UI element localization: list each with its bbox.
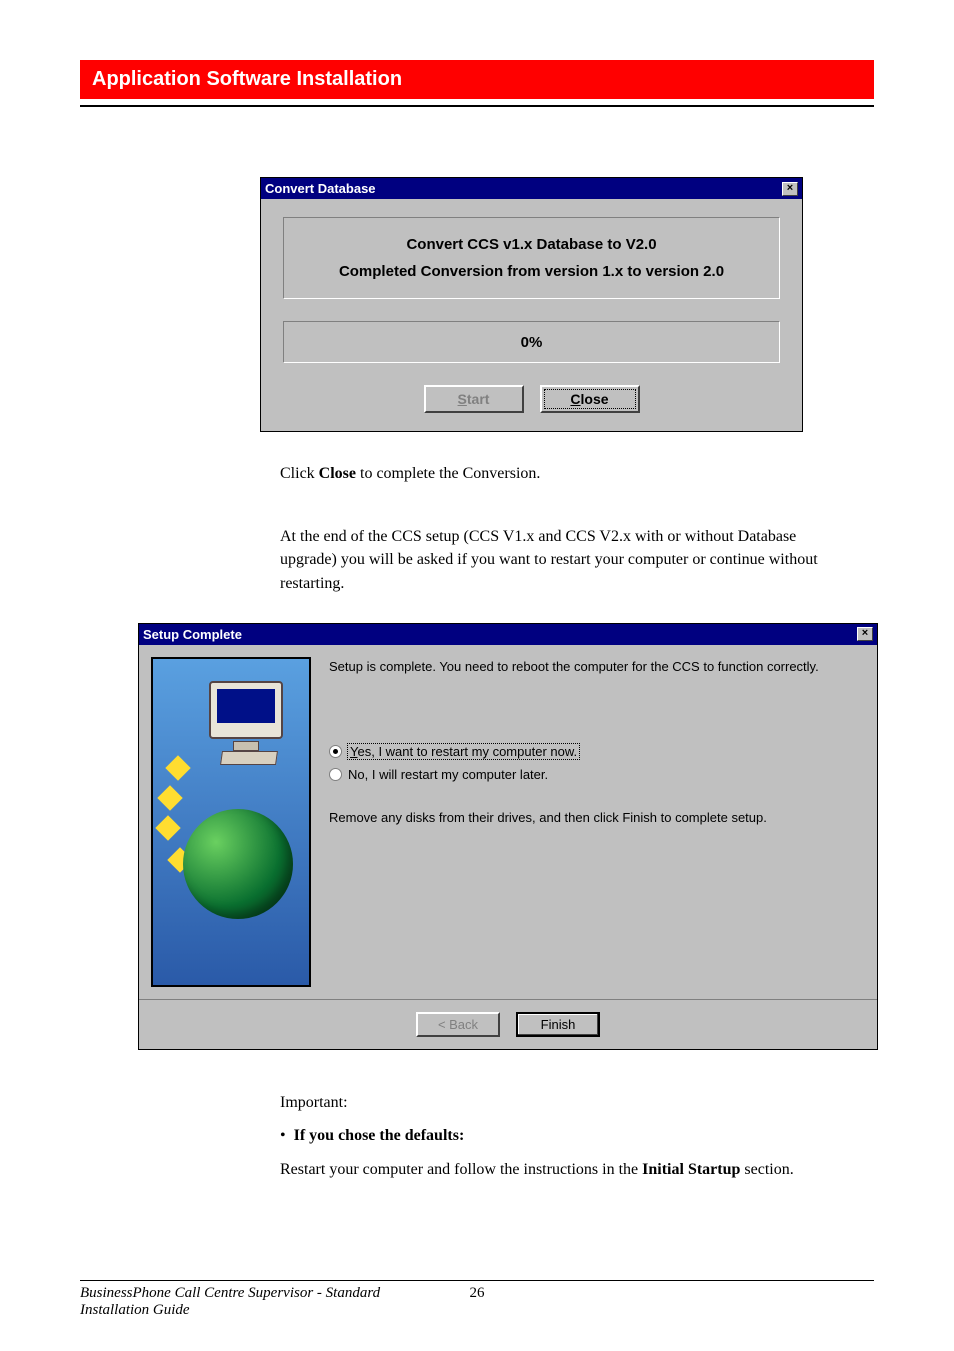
- text-bold: Close: [319, 465, 356, 482]
- dialog2-titlebar: Setup Complete ×: [139, 624, 877, 645]
- monitor-icon: [209, 681, 283, 739]
- dialog1-title: Convert Database: [265, 181, 376, 196]
- dialog1-titlebar: Convert Database ×: [261, 178, 802, 199]
- radio-restart-now[interactable]: Yes, I want to restart my computer now.: [329, 744, 859, 759]
- bullet-defaults: • If you chose the defaults:: [280, 1123, 880, 1149]
- remove-disks-text: Remove any disks from their drives, and …: [329, 810, 859, 825]
- page-footer: BusinessPhone Call Centre Supervisor - S…: [80, 1280, 874, 1319]
- text: Click: [280, 465, 319, 482]
- radio-icon: [329, 745, 342, 758]
- radio-restart-later-label: No, I will restart my computer later.: [348, 767, 548, 782]
- spark-icon: [155, 815, 180, 840]
- text: section.: [740, 1161, 793, 1178]
- progress-bar: 0%: [283, 321, 780, 363]
- close-icon[interactable]: ×: [857, 627, 873, 641]
- text: to complete the Conversion.: [356, 465, 540, 482]
- text: Restart your computer and follow the ins…: [280, 1161, 642, 1178]
- dialog1-heading-1: Convert CCS v1.x Database to V2.0: [294, 236, 769, 253]
- dialog2-title: Setup Complete: [143, 627, 242, 642]
- dialog1-heading-2: Completed Conversion from version 1.x to…: [294, 263, 769, 280]
- setup-complete-text: Setup is complete. You need to reboot th…: [329, 659, 859, 674]
- keyboard-icon: [220, 751, 278, 765]
- instruction-close: Click Close to complete the Conversion.: [280, 462, 840, 485]
- dialog1-message-panel: Convert CCS v1.x Database to V2.0 Comple…: [283, 217, 780, 299]
- spark-icon: [157, 785, 182, 810]
- radio-restart-now-label: Yes, I want to restart my computer now.: [348, 744, 579, 759]
- setup-complete-dialog: Setup Complete × Setup is complete. You …: [138, 623, 878, 1050]
- close-icon[interactable]: ×: [782, 182, 798, 196]
- close-button[interactable]: Close: [540, 385, 640, 413]
- back-button[interactable]: < Back: [416, 1012, 500, 1037]
- page-number: 26: [470, 1285, 485, 1302]
- section-header: Application Software Installation: [80, 60, 874, 99]
- radio-restart-later[interactable]: No, I will restart my computer later.: [329, 767, 859, 782]
- start-button[interactable]: Start: [424, 385, 524, 413]
- footer-doc: Installation Guide: [80, 1302, 874, 1319]
- spark-icon: [165, 755, 190, 780]
- header-divider: [80, 105, 874, 107]
- dialog2-footer: < Back Finish: [139, 999, 877, 1049]
- globe-icon: [183, 809, 293, 919]
- important-label: Important:: [280, 1090, 880, 1116]
- instruction-restart: At the end of the CCS setup (CCS V1.x an…: [280, 525, 840, 595]
- convert-database-dialog: Convert Database × Convert CCS v1.x Data…: [260, 177, 803, 432]
- text-bold: If you chose the defaults:: [294, 1127, 465, 1144]
- text-bold: Initial Startup: [642, 1161, 740, 1178]
- instruction-initial-startup: Restart your computer and follow the ins…: [280, 1157, 880, 1183]
- finish-button[interactable]: Finish: [516, 1012, 600, 1037]
- wizard-sidebar-image: [151, 657, 311, 987]
- radio-icon: [329, 768, 342, 781]
- monitor-stand: [233, 741, 259, 751]
